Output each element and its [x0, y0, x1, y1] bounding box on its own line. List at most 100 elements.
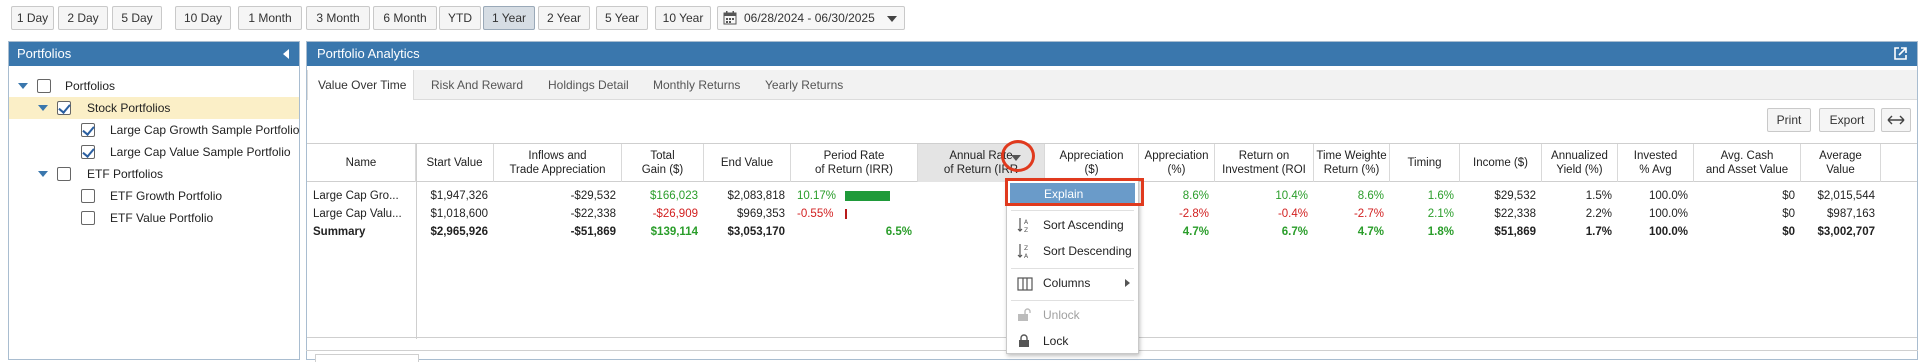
bottom-panel-tab[interactable]: [315, 354, 419, 362]
cell-end-value: $2,083,818: [727, 190, 785, 202]
menu-item-sort-descending[interactable]: Z A Sort Descending: [1007, 238, 1138, 264]
annotation-circle: [1001, 140, 1035, 172]
cell-income: $51,869: [1494, 226, 1536, 238]
column-header-label: ($): [1084, 164, 1099, 176]
svg-text:Z: Z: [1024, 227, 1028, 233]
svg-text:A: A: [1024, 253, 1029, 259]
column-header-label: Timing: [1407, 157, 1442, 169]
column-header-appreciation-percent[interactable]: Appreciation (%): [1139, 144, 1215, 182]
cell-avg-cash: $0: [1782, 190, 1795, 202]
period-rate-text: -0.55%: [797, 208, 834, 220]
tree-item-large-cap-growth[interactable]: Large Cap Growth Sample Portfolio: [9, 119, 299, 141]
checkbox[interactable]: [37, 79, 51, 93]
checkbox-checked[interactable]: [81, 145, 95, 159]
range-10-day-button[interactable]: 10 Day: [175, 6, 231, 30]
tab-monthly-returns[interactable]: Monthly Returns: [653, 70, 740, 100]
date-range-picker[interactable]: 06/28/2024 - 06/30/2025: [717, 6, 905, 30]
column-header-avg-cash[interactable]: Avg. Cash and Asset Value: [1694, 144, 1801, 182]
cell-timing: 2.1%: [1427, 208, 1454, 220]
column-header-start-value[interactable]: Start Value: [416, 144, 494, 182]
cell-invested: 100.0%: [1648, 226, 1688, 238]
tab-yearly-returns[interactable]: Yearly Returns: [765, 70, 843, 100]
tab-holdings-detail[interactable]: Holdings Detail: [548, 70, 629, 100]
cell-name: Large Cap Valu...: [313, 208, 402, 220]
expand-toggle-icon[interactable]: [38, 171, 48, 177]
column-header-average-value[interactable]: Average Value: [1801, 144, 1881, 182]
column-header-time-weighted[interactable]: Time Weighte Return (%): [1314, 144, 1390, 182]
cell-appreciation-percent: 4.7%: [1182, 226, 1209, 238]
cell-yield: 1.7%: [1585, 226, 1612, 238]
column-header-label: Income ($): [1473, 157, 1528, 169]
tab-risk-and-reward[interactable]: Risk And Reward: [431, 70, 523, 100]
print-button[interactable]: Print: [1767, 108, 1811, 132]
range-3-month-button[interactable]: 3 Month: [306, 6, 370, 30]
menu-item-label: Sort Ascending: [1043, 218, 1124, 232]
column-header-end-value[interactable]: End Value: [704, 144, 791, 182]
portfolios-panel-title: Portfolios: [17, 46, 72, 61]
tree-item-etf-portfolios[interactable]: ETF Portfolios: [9, 163, 299, 185]
range-2-year-button[interactable]: 2 Year: [538, 6, 590, 30]
column-header-inflows[interactable]: Inflows and Trade Appreciation: [494, 144, 622, 182]
external-expand-icon[interactable]: [1894, 47, 1907, 60]
range-5-day-button[interactable]: 5 Day: [112, 6, 162, 30]
tree-item-etf-value[interactable]: ETF Value Portfolio: [9, 207, 299, 229]
menu-item-label: Lock: [1043, 334, 1069, 348]
column-header-appreciation-dollars[interactable]: Appreciation ($): [1045, 144, 1139, 182]
columns-icon: [1017, 277, 1033, 291]
checkbox[interactable]: [81, 189, 95, 203]
menu-item-lock[interactable]: Lock: [1007, 328, 1138, 354]
tree-item-label: Stock Portfolios: [87, 101, 171, 115]
column-header-label: (%): [1167, 164, 1186, 176]
range-1-month-button[interactable]: 1 Month: [238, 6, 302, 30]
cell-inflows: -$29,532: [570, 190, 616, 202]
tree-item-label: Large Cap Value Sample Portfolio: [110, 145, 291, 159]
menu-item-sort-ascending[interactable]: A Z Sort Ascending: [1007, 212, 1138, 238]
column-header-timing[interactable]: Timing: [1390, 144, 1460, 182]
range-6-month-button[interactable]: 6 Month: [373, 6, 437, 30]
range-ytd-button[interactable]: YTD: [439, 6, 481, 30]
resize-columns-icon: [1887, 115, 1905, 125]
column-header-annualized-yield[interactable]: Annualized Yield (%): [1542, 144, 1618, 182]
fit-columns-button[interactable]: [1881, 108, 1911, 132]
column-header-label: Annualized: [1551, 150, 1608, 162]
column-header-name[interactable]: Name: [307, 144, 416, 182]
cell-start-value: $1,947,326: [430, 190, 488, 202]
checkbox[interactable]: [81, 211, 95, 225]
column-header-invested-avg[interactable]: Invested % Avg: [1618, 144, 1694, 182]
checkbox[interactable]: [57, 167, 71, 181]
menu-item-columns[interactable]: Columns: [1007, 270, 1138, 296]
checkbox-checked[interactable]: [57, 101, 71, 115]
submenu-arrow-icon: [1125, 279, 1130, 287]
range-5-year-button[interactable]: 5 Year: [596, 6, 648, 30]
grid-header-row: Name Start Value Inflows and Trade Apprec…: [307, 144, 1917, 182]
menu-divider: [1011, 300, 1134, 301]
range-1-day-button[interactable]: 1 Day: [11, 6, 54, 30]
tree-item-stock-portfolios[interactable]: Stock Portfolios: [9, 97, 299, 119]
column-header-total-gain[interactable]: Total Gain ($): [622, 144, 704, 182]
tree-item-portfolios[interactable]: Portfolios: [9, 75, 299, 97]
column-header-period-rate[interactable]: Period Rate of Return (IRR): [791, 144, 918, 182]
column-header-label: % Avg: [1639, 164, 1672, 176]
cell-end-value: $969,353: [737, 208, 785, 220]
range-1-year-button[interactable]: 1 Year: [483, 6, 535, 30]
cell-yield: 1.5%: [1585, 190, 1612, 202]
tree-item-label: ETF Portfolios: [87, 167, 164, 181]
expand-toggle-icon[interactable]: [38, 105, 48, 111]
column-header-label: Appreciation: [1059, 150, 1124, 162]
tab-value-over-time[interactable]: Value Over Time: [307, 70, 414, 100]
tree-item-etf-growth[interactable]: ETF Growth Portfolio: [9, 185, 299, 207]
checkbox-checked[interactable]: [81, 123, 95, 137]
cell-invested: 100.0%: [1648, 190, 1688, 202]
export-button[interactable]: Export: [1819, 108, 1875, 132]
column-header-label: Start Value: [426, 157, 483, 169]
column-header-label: Inflows and: [528, 150, 587, 162]
cell-roi: -0.4%: [1277, 208, 1308, 220]
menu-item-label: Columns: [1043, 276, 1091, 290]
expand-toggle-icon[interactable]: [18, 83, 28, 89]
range-10-year-button[interactable]: 10 Year: [655, 6, 711, 30]
column-header-roi[interactable]: Return on Investment (ROI: [1215, 144, 1314, 182]
collapse-panel-icon[interactable]: [283, 49, 289, 59]
column-header-income[interactable]: Income ($): [1460, 144, 1542, 182]
range-2-day-button[interactable]: 2 Day: [58, 6, 108, 30]
tree-item-large-cap-value[interactable]: Large Cap Value Sample Portfolio: [9, 141, 299, 163]
